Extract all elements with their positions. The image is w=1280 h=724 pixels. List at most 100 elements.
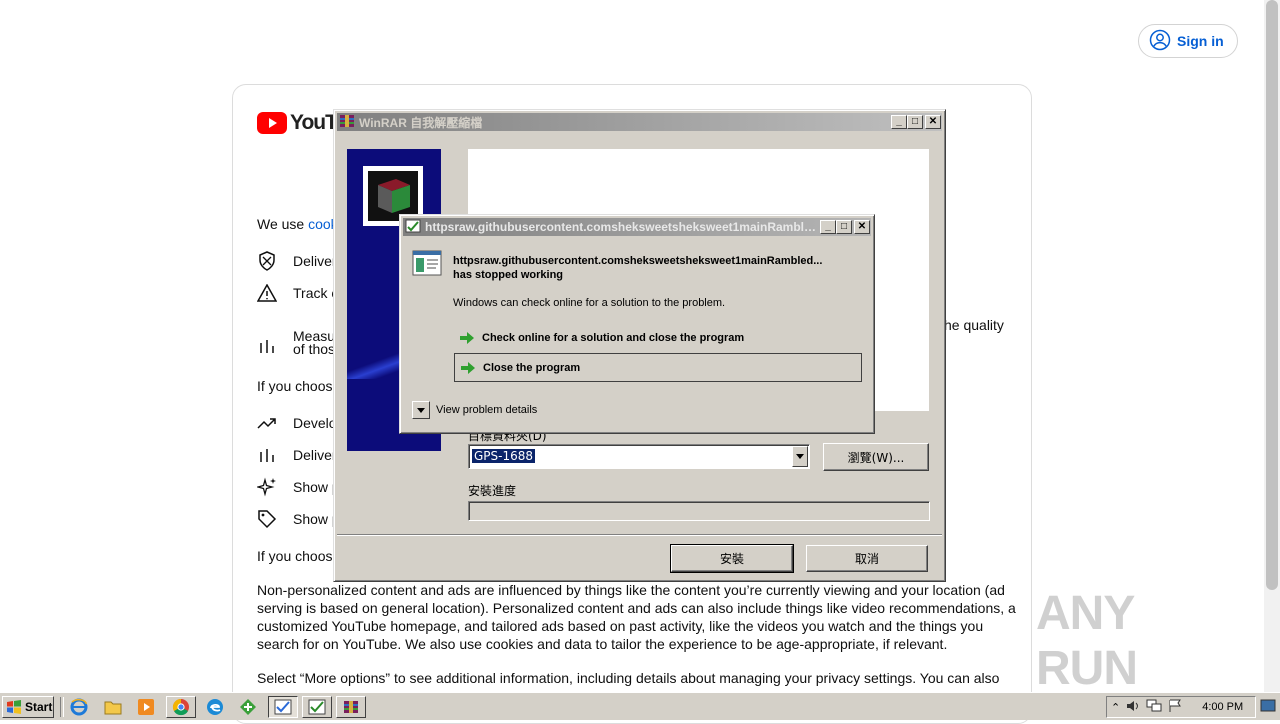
browse-button-label: 瀏覽(W)... (847, 450, 905, 465)
window-app-icon (274, 699, 292, 715)
flag-icon[interactable] (1168, 699, 1182, 716)
check-online-option[interactable]: Check online for a solution and close th… (454, 325, 862, 351)
bar-chart-icon (257, 336, 277, 356)
install-progress-bar (468, 501, 930, 521)
close-program-option[interactable]: Close the program (454, 353, 862, 382)
tray-expand-icon[interactable]: ⌃ (1111, 701, 1120, 714)
edge-icon[interactable] (204, 697, 226, 717)
winrar-separator (337, 534, 942, 536)
cancel-button[interactable]: 取消 (806, 545, 928, 572)
winrar-titlebar[interactable]: WinRAR 自我解壓縮檔 _ □ ✕ (337, 113, 942, 131)
list-item: Show p (257, 477, 340, 497)
minimize-icon: _ (825, 221, 831, 232)
cookie-intro-text: We use cook (257, 215, 338, 233)
page-scrollbar[interactable] (1264, 0, 1280, 692)
details-expand-button[interactable] (412, 401, 430, 419)
anyrun-watermark: ANY RUN (1036, 587, 1236, 695)
list-item: Track o (257, 283, 339, 303)
account-icon (1149, 29, 1171, 54)
bar-chart-icon (257, 445, 277, 465)
combobox-dropdown-button[interactable] (792, 446, 808, 467)
sign-in-label: Sign in (1177, 33, 1224, 49)
measure-text-line2: of thos (293, 341, 336, 357)
clock[interactable]: 4:00 PM (1202, 701, 1243, 713)
shield-icon (257, 251, 277, 271)
trending-icon (257, 413, 277, 433)
install-button-label: 安裝 (719, 552, 744, 566)
install-button[interactable]: 安裝 (670, 544, 794, 573)
taskbar-crash-dialog-button[interactable] (268, 696, 298, 718)
list-item-text: Deliver (293, 447, 337, 463)
view-details-toggle[interactable]: View problem details (412, 401, 537, 419)
chevron-down-icon (796, 454, 804, 459)
tag-icon (257, 509, 277, 529)
close-icon: ✕ (857, 221, 867, 232)
green-arrow-icon (460, 332, 474, 344)
winrar-icon (339, 113, 355, 132)
list-item-text: Develo (293, 415, 337, 431)
online-check-info: Windows can check online for a solution … (453, 297, 726, 309)
app-crash-dialog[interactable]: httpsraw.githubusercontent.comsheksweets… (399, 214, 875, 434)
close-icon: ✕ (928, 116, 938, 127)
maximize-icon: □ (840, 221, 848, 232)
list-item: Deliver (257, 251, 337, 271)
close-button[interactable]: ✕ (925, 115, 941, 129)
media-player-icon[interactable] (135, 697, 157, 717)
green-arrow-icon (461, 361, 475, 374)
system-tray: ⌃ 4:00 PM (1106, 696, 1256, 718)
sparkle-icon (257, 477, 277, 497)
crashed-app-name: httpsraw.githubusercontent.comsheksweets… (453, 255, 823, 267)
crash-dialog-title: httpsraw.githubusercontent.comsheksweets… (425, 220, 820, 234)
browse-button[interactable]: 瀏覽(W)... (823, 443, 929, 471)
view-details-label: View problem details (436, 404, 538, 416)
close-program-label: Close the program (483, 361, 581, 374)
destination-folder-value[interactable]: GPS-1688 (472, 449, 536, 463)
windows-logo-icon (7, 700, 21, 714)
window-app-icon (405, 218, 421, 237)
youtube-play-icon (257, 112, 287, 134)
show-desktop-icon[interactable] (1260, 699, 1276, 713)
non-personalized-paragraph: Non-personalized content and ads are inf… (257, 582, 1016, 652)
we-use-prefix: We use (257, 216, 309, 232)
destination-folder-combobox[interactable]: GPS-1688 (468, 444, 810, 469)
maximize-button[interactable]: □ (836, 220, 852, 234)
taskbar-app-button[interactable] (302, 696, 332, 718)
volume-icon[interactable] (1126, 700, 1140, 715)
install-progress-label: 安裝進度 (468, 484, 517, 498)
check-online-label: Check online for a solution and close th… (482, 332, 745, 344)
window-app-icon (308, 699, 326, 715)
crash-dialog-titlebar[interactable]: httpsraw.githubusercontent.comsheksweets… (403, 218, 871, 236)
green-app-icon[interactable] (237, 697, 259, 717)
taskbar-divider (60, 697, 64, 717)
sign-in-button[interactable]: Sign in (1138, 24, 1238, 58)
warning-icon (257, 283, 277, 303)
winrar-icon (344, 701, 358, 713)
list-item: Deliver (257, 445, 337, 465)
if-you-choose-text: If you choos (257, 378, 333, 394)
network-icon[interactable] (1146, 699, 1162, 716)
list-item: Show p (257, 509, 340, 529)
file-explorer-icon[interactable] (102, 697, 124, 717)
minimize-button[interactable]: _ (820, 220, 836, 234)
chrome-icon (172, 698, 189, 716)
list-item-text: Deliver (293, 253, 337, 269)
quality-text-fragment: he quality (944, 317, 1004, 333)
if-you-choose-text-2: If you choos (257, 548, 333, 564)
watermark-text: ANY RUN (1036, 587, 1138, 695)
chevron-down-icon (417, 407, 425, 413)
start-button[interactable]: Start (2, 696, 54, 718)
maximize-icon: □ (911, 116, 919, 127)
scrollbar-thumb[interactable] (1266, 0, 1278, 590)
stopped-working-text: has stopped working (453, 269, 564, 281)
taskbar-winrar-button[interactable] (336, 696, 366, 718)
start-label: Start (25, 700, 53, 714)
more-options-paragraph: Select “More options” to see additional … (257, 670, 1000, 686)
taskbar: Start ⌃ 4:00 PM (0, 692, 1280, 720)
taskbar-chrome-button[interactable] (166, 696, 196, 718)
maximize-button[interactable]: □ (907, 115, 923, 129)
cancel-button-label: 取消 (854, 552, 879, 566)
close-button[interactable]: ✕ (854, 220, 870, 234)
minimize-button[interactable]: _ (891, 115, 907, 129)
internet-explorer-icon[interactable] (68, 697, 90, 717)
list-item: Develo (257, 413, 337, 433)
